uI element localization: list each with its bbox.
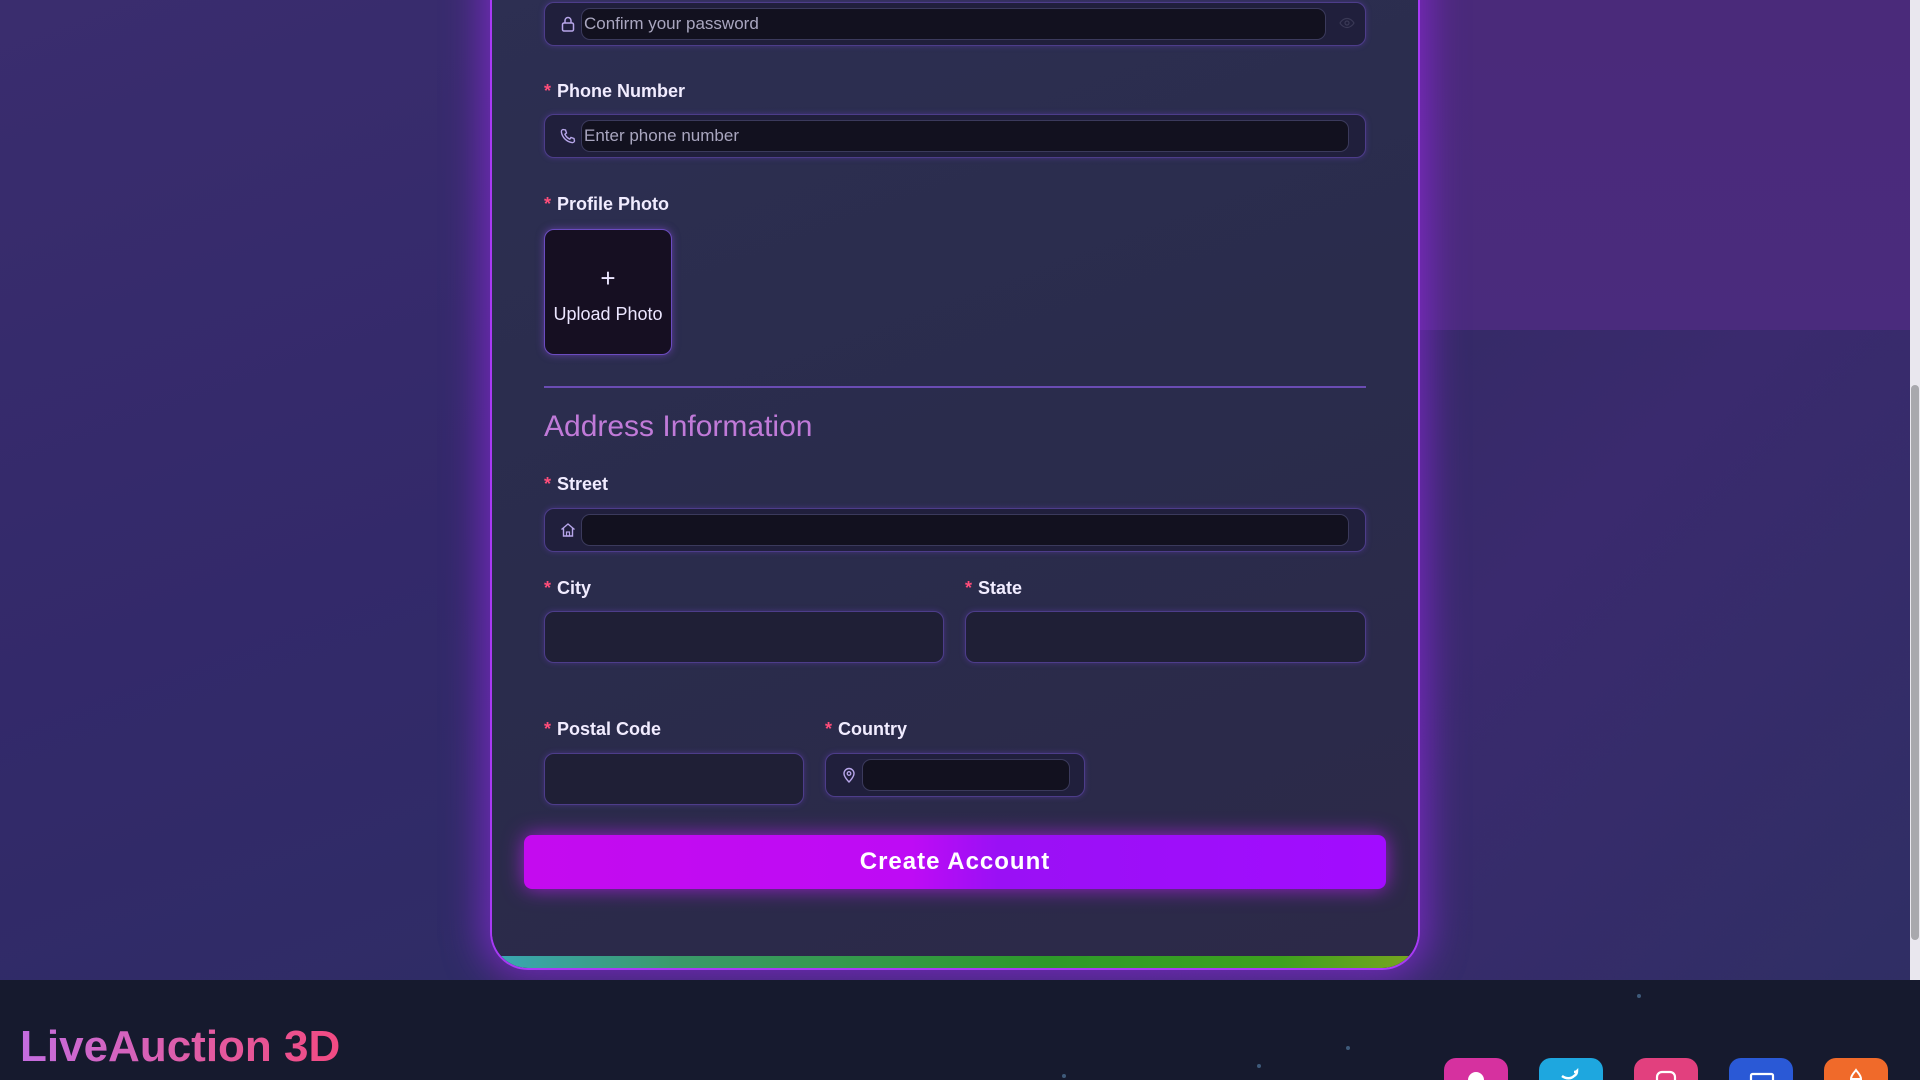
postal-code-input[interactable] xyxy=(544,753,804,805)
registration-card: *Phone Number *Profile Photo + Upload Ph… xyxy=(492,0,1418,968)
street-label-text: Street xyxy=(557,474,609,494)
profile-photo-label: * Profile Photo xyxy=(544,194,669,215)
state-label: * State xyxy=(965,578,1022,599)
lock-icon xyxy=(559,15,577,33)
star-dot xyxy=(1346,1046,1350,1050)
background-right-band xyxy=(1420,0,1910,330)
eye-icon[interactable] xyxy=(1339,15,1355,31)
star-dot xyxy=(1637,994,1641,998)
instagram-icon[interactable] xyxy=(1634,1058,1698,1080)
required-marker: * xyxy=(544,194,552,214)
mail-icon[interactable] xyxy=(1729,1058,1793,1080)
street-input[interactable] xyxy=(581,514,1349,546)
footer-brand[interactable]: LiveAuction 3D xyxy=(20,1022,340,1072)
star-dot xyxy=(1257,1064,1261,1068)
required-marker: * xyxy=(825,719,833,739)
state-label-text: State xyxy=(978,578,1023,598)
street-label: * Street xyxy=(544,474,608,495)
star-dot xyxy=(1062,1074,1066,1078)
country-label-text: Country xyxy=(838,719,908,739)
street-field xyxy=(544,508,1366,552)
fire-icon[interactable] xyxy=(1824,1058,1888,1080)
background-left xyxy=(0,0,490,980)
address-section-title: Address Information xyxy=(544,410,813,443)
phone-label: * Phone Number xyxy=(544,81,685,102)
upload-photo-label: Upload Photo xyxy=(553,303,663,324)
required-marker: * xyxy=(544,578,552,598)
confirm-password-field xyxy=(544,2,1366,46)
required-marker: * xyxy=(544,719,552,739)
required-marker: * xyxy=(544,474,552,494)
confirm-password-input[interactable] xyxy=(581,8,1326,40)
country-input[interactable] xyxy=(862,759,1070,791)
phone-icon xyxy=(559,127,577,145)
postal-code-label-text: Postal Code xyxy=(557,719,662,739)
city-label-text: City xyxy=(557,578,592,598)
card-accent-stripe xyxy=(492,956,1418,968)
city-label: * City xyxy=(544,578,591,599)
section-divider xyxy=(544,386,1366,388)
state-input[interactable] xyxy=(965,611,1366,663)
country-field xyxy=(825,753,1085,797)
postal-code-label: * Postal Code xyxy=(544,719,661,740)
phone-label-text: Phone Number xyxy=(557,81,686,101)
phone-input[interactable] xyxy=(581,120,1349,152)
required-marker: * xyxy=(965,578,973,598)
create-account-button[interactable]: Create Account xyxy=(524,835,1386,889)
map-pin-icon xyxy=(840,766,858,784)
reddit-icon[interactable] xyxy=(1444,1058,1508,1080)
profile-photo-label-text: Profile Photo xyxy=(557,194,670,214)
required-marker: * xyxy=(544,81,552,101)
upload-photo-button[interactable]: + Upload Photo xyxy=(544,229,672,355)
country-label: * Country xyxy=(825,719,907,740)
phone-field xyxy=(544,114,1366,158)
city-input[interactable] xyxy=(544,611,944,663)
home-icon xyxy=(559,521,577,539)
scrollbar-thumb[interactable] xyxy=(1911,385,1919,940)
twitter-icon[interactable] xyxy=(1539,1058,1603,1080)
plus-icon: + xyxy=(600,262,616,293)
